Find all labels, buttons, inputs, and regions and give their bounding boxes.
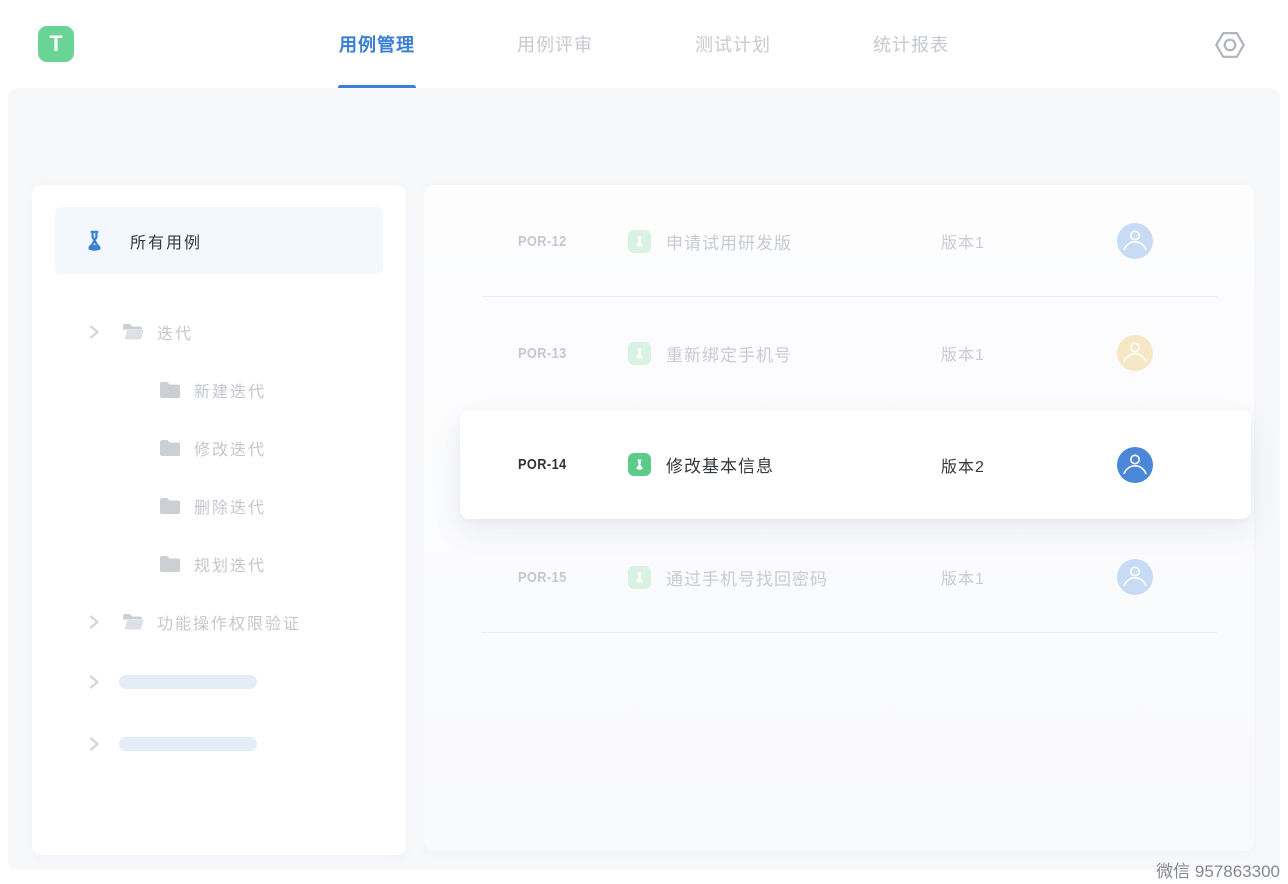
folder-icon [159, 381, 181, 399]
tab-label: 用例评审 [517, 31, 593, 57]
tab-case-review[interactable]: 用例评审 [517, 0, 593, 88]
case-version: 版本1 [941, 565, 1117, 589]
case-type-icon [628, 230, 666, 253]
folder-open-icon [122, 613, 144, 631]
case-tree-sidebar: 所有用例 迭代 [32, 185, 406, 855]
case-version: 版本1 [941, 229, 1117, 253]
case-title: 重新绑定手机号 [666, 341, 941, 366]
person-icon [1117, 559, 1153, 595]
skeleton-bar [119, 675, 257, 689]
assignee-avatar [1117, 559, 1153, 595]
case-row-por-12[interactable]: POR-12 申请试用研发版 版本1 [460, 185, 1251, 297]
tree-node-plan-iteration[interactable]: 规划迭代 [32, 535, 406, 593]
main-tabs: 用例管理 用例评审 测试计划 统计报表 [0, 0, 1288, 88]
chevron-right-icon[interactable] [84, 672, 104, 692]
case-version: 版本1 [941, 341, 1117, 365]
assignee-avatar [1117, 447, 1153, 483]
tab-statistics-report[interactable]: 统计报表 [873, 0, 949, 88]
folder-icon [159, 439, 181, 457]
folder-tree: 迭代 新建迭代 修改迭代 [32, 303, 406, 775]
top-navbar: T 用例管理 用例评审 测试计划 统计报表 [0, 0, 1288, 88]
tree-node-label: 删除迭代 [194, 494, 266, 518]
sidebar-item-label: 所有用例 [130, 229, 202, 253]
assignee-avatar [1117, 335, 1153, 371]
tree-node-label: 修改迭代 [194, 436, 266, 460]
case-list-panel: POR-12 申请试用研发版 版本1 POR-13 [424, 185, 1254, 851]
tab-label: 用例管理 [339, 31, 415, 57]
case-type-icon [628, 566, 666, 589]
case-rows: POR-12 申请试用研发版 版本1 POR-13 [460, 185, 1251, 633]
tree-node-new-iteration[interactable]: 新建迭代 [32, 361, 406, 419]
tree-node-label: 迭代 [157, 320, 193, 344]
content-panel: 所有用例 新建用例 所有用例 [8, 88, 1280, 870]
tab-label: 测试计划 [695, 31, 771, 57]
chevron-right-icon[interactable] [84, 322, 104, 342]
skeleton-bar [119, 737, 257, 751]
person-icon [1117, 335, 1153, 371]
tab-label: 统计报表 [873, 31, 949, 57]
chevron-right-icon[interactable] [84, 734, 104, 754]
tree-node-modify-iteration[interactable]: 修改迭代 [32, 419, 406, 477]
case-type-icon [628, 342, 666, 365]
tree-node-placeholder[interactable] [32, 651, 406, 713]
case-type-icon [628, 453, 666, 476]
case-id: POR-14 [518, 456, 612, 473]
tree-node-permission-verification[interactable]: 功能操作权限验证 [32, 593, 406, 651]
settings-button[interactable] [1212, 27, 1248, 63]
tree-node-delete-iteration[interactable]: 删除迭代 [32, 477, 406, 535]
folder-icon [159, 555, 181, 573]
tab-case-management[interactable]: 用例管理 [339, 0, 415, 88]
case-id: POR-13 [518, 345, 612, 362]
tree-node-label: 功能操作权限验证 [157, 610, 301, 634]
chevron-right-icon[interactable] [84, 612, 104, 632]
tree-node-placeholder[interactable] [32, 713, 406, 775]
tree-node-label: 规划迭代 [194, 552, 266, 576]
flask-icon [83, 229, 106, 252]
folder-open-icon [122, 323, 144, 341]
folder-icon [159, 497, 181, 515]
case-row-por-13[interactable]: POR-13 重新绑定手机号 版本1 [460, 297, 1251, 409]
person-icon [1117, 447, 1153, 483]
case-title: 申请试用研发版 [666, 229, 941, 254]
case-title: 修改基本信息 [666, 452, 941, 477]
watermark-text: 微信 957863300 [1156, 857, 1280, 882]
case-row-por-14[interactable]: POR-14 修改基本信息 版本2 [460, 410, 1251, 519]
case-id: POR-15 [518, 569, 612, 586]
case-id: POR-12 [518, 233, 612, 250]
tab-test-plan[interactable]: 测试计划 [695, 0, 771, 88]
assignee-avatar [1117, 223, 1153, 259]
tree-node-label: 新建迭代 [194, 378, 266, 402]
case-title: 通过手机号找回密码 [666, 565, 941, 590]
tree-node-iteration[interactable]: 迭代 [32, 303, 406, 361]
case-row-por-15[interactable]: POR-15 通过手机号找回密码 版本1 [460, 521, 1251, 633]
sidebar-item-all-cases[interactable]: 所有用例 [55, 207, 383, 274]
case-version: 版本2 [941, 453, 1117, 477]
person-icon [1117, 223, 1153, 259]
gear-icon [1213, 28, 1247, 62]
